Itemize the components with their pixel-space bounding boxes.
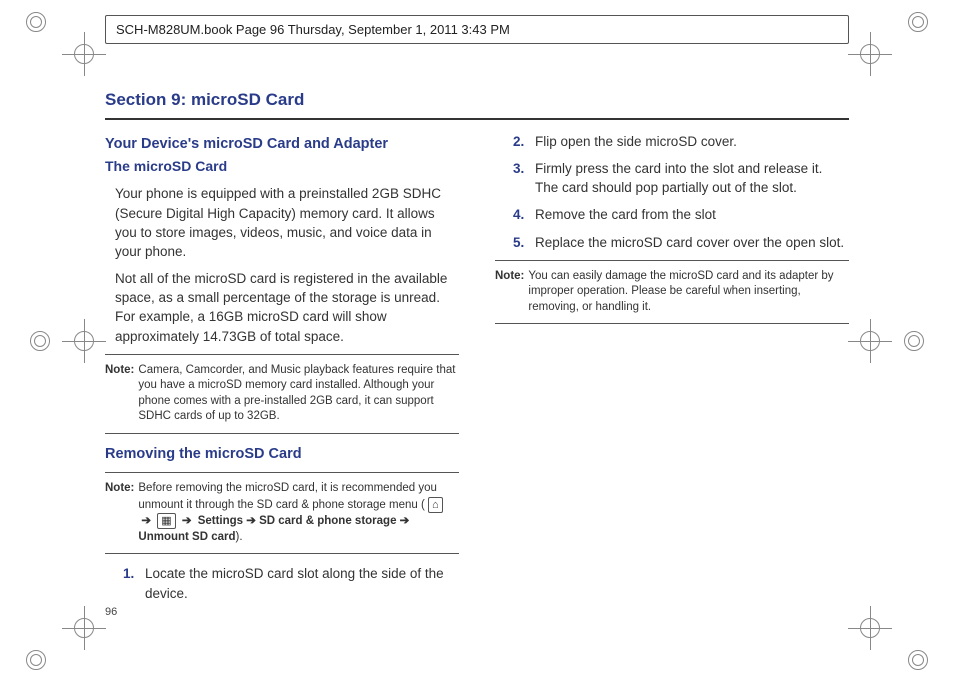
grid-icon: ▦	[157, 513, 175, 529]
heading-adapter: Your Device's microSD Card and Adapter	[105, 134, 459, 155]
arrow-icon: ➔	[138, 515, 154, 527]
step-5: 5. Replace the microSD card cover over t…	[513, 233, 849, 252]
step-2: 2. Flip open the side microSD cover.	[513, 132, 849, 151]
divider	[495, 323, 849, 324]
crop-mark-icon	[904, 646, 932, 674]
section-title: Section 9: microSD Card	[105, 90, 849, 114]
register-mark-icon	[70, 614, 98, 642]
note-label: Note:	[105, 481, 134, 545]
step-1: 1. Locate the microSD card slot along th…	[123, 564, 459, 602]
heading-microsd-card: The microSD Card	[105, 157, 459, 177]
divider	[105, 472, 459, 473]
note-label: Note:	[105, 363, 134, 425]
divider	[495, 260, 849, 261]
arrow-icon: ➔	[179, 515, 195, 527]
right-column: 2. Flip open the side microSD cover. 3. …	[495, 132, 849, 611]
note-1: Note: Camera, Camcorder, and Music playb…	[105, 363, 459, 425]
page-number: 96	[105, 606, 117, 618]
page-header: SCH-M828UM.book Page 96 Thursday, Septem…	[105, 15, 849, 44]
step-text: Replace the microSD card cover over the …	[535, 233, 849, 252]
register-mark-icon	[856, 327, 884, 355]
crop-mark-icon	[904, 8, 932, 36]
register-mark-icon	[70, 327, 98, 355]
note-text: You can easily damage the microSD card a…	[528, 269, 849, 316]
note-text-a: Before removing the microSD card, it is …	[138, 482, 436, 511]
step-number: 5.	[513, 233, 535, 252]
crop-mark-icon	[22, 8, 50, 36]
step-text: Remove the card from the slot	[535, 205, 849, 224]
note-label: Note:	[495, 269, 524, 316]
section-rule	[105, 118, 849, 120]
body-para-2: Not all of the microSD card is registere…	[115, 269, 459, 346]
page-content: Section 9: microSD Card Your Device's mi…	[105, 90, 849, 612]
body-para-1: Your phone is equipped with a preinstall…	[115, 184, 459, 261]
step-number: 1.	[123, 564, 145, 602]
crop-mark-icon	[900, 327, 928, 355]
divider	[105, 553, 459, 554]
home-icon: ⌂	[428, 497, 443, 513]
heading-removing: Removing the microSD Card	[105, 444, 459, 465]
crop-mark-icon	[26, 327, 54, 355]
step-3: 3. Firmly press the card into the slot a…	[513, 159, 849, 197]
step-number: 3.	[513, 159, 535, 197]
left-column: Your Device's microSD Card and Adapter T…	[105, 132, 459, 611]
divider	[105, 433, 459, 434]
register-mark-icon	[856, 614, 884, 642]
step-text: Firmly press the card into the slot and …	[535, 159, 849, 197]
note-text: Camera, Camcorder, and Music playback fe…	[138, 363, 459, 425]
step-number: 2.	[513, 132, 535, 151]
note-text-c: ).	[236, 531, 243, 543]
step-number: 4.	[513, 205, 535, 224]
divider	[105, 354, 459, 355]
register-mark-icon	[856, 40, 884, 68]
step-text: Flip open the side microSD cover.	[535, 132, 849, 151]
note-text: Before removing the microSD card, it is …	[138, 481, 459, 545]
note-3: Note: You can easily damage the microSD …	[495, 269, 849, 316]
register-mark-icon	[70, 40, 98, 68]
crop-mark-icon	[22, 646, 50, 674]
note-2: Note: Before removing the microSD card, …	[105, 481, 459, 545]
step-4: 4. Remove the card from the slot	[513, 205, 849, 224]
step-text: Locate the microSD card slot along the s…	[145, 564, 459, 602]
